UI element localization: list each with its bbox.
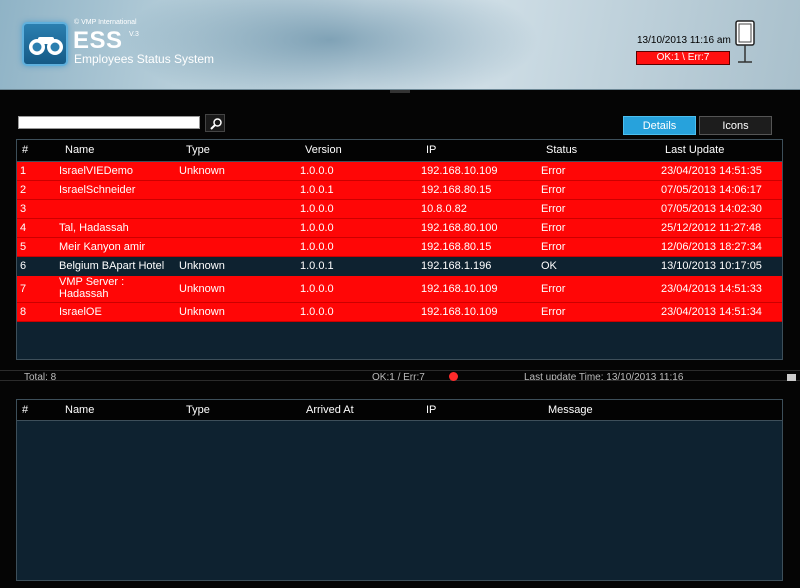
- cell-last-update: 12/06/2013 18:27:34: [661, 241, 762, 253]
- error-alert-icon: [449, 372, 458, 381]
- search-input[interactable]: [18, 116, 200, 129]
- cell-name: IsraelSchneider: [59, 184, 136, 196]
- cell-name: IsraelOE: [59, 306, 102, 318]
- app-subtitle: Employees Status System: [74, 52, 215, 66]
- cell-type: Unknown: [179, 260, 225, 272]
- messages-table: # Name Type Arrived At IP Message: [16, 399, 783, 581]
- cell-version: 1.0.0.1: [300, 184, 334, 196]
- cell-version: 1.0.0.0: [300, 203, 334, 215]
- column-header-message[interactable]: Message: [548, 404, 593, 416]
- cell-status: Error: [541, 165, 566, 177]
- table-row[interactable]: 5 Meir Kanyon amir 1.0.0.0 192.168.80.15…: [17, 238, 782, 257]
- vendor-label: © VMP International: [74, 19, 137, 26]
- cell-status: Error: [541, 184, 566, 196]
- table-row[interactable]: 7 VMP Server : Hadassah Unknown 1.0.0.0 …: [17, 276, 782, 303]
- column-header-number[interactable]: #: [22, 144, 28, 156]
- table-header: # Name Type Version IP Status Last Updat…: [17, 140, 782, 162]
- cell-last-update: 23/04/2013 14:51:34: [661, 306, 762, 318]
- cell-name: Tal, Hadassah: [59, 222, 129, 234]
- table-row[interactable]: 2 IsraelSchneider 1.0.0.1 192.168.80.15 …: [17, 181, 782, 200]
- cell-ip: 192.168.80.15: [421, 241, 492, 253]
- cell-last-update: 23/04/2013 14:51:35: [661, 165, 762, 177]
- cell-last-update: 23/04/2013 14:51:33: [661, 283, 762, 295]
- cell-status: Error: [541, 241, 566, 253]
- cell-version: 1.0.0.0: [300, 165, 334, 177]
- ok-error-counts: OK:1 / Err:7: [372, 372, 425, 381]
- column-header-status[interactable]: Status: [546, 144, 577, 156]
- table-row[interactable]: 4 Tal, Hadassah 1.0.0.0 192.168.80.100 E…: [17, 219, 782, 238]
- column-header-type[interactable]: Type: [186, 144, 210, 156]
- cell-status: Error: [541, 203, 566, 215]
- total-count-label: Total: 8: [24, 372, 57, 381]
- search-button[interactable]: [205, 114, 225, 132]
- devices-table: # Name Type Version IP Status Last Updat…: [16, 139, 783, 360]
- cell-status: Error: [541, 283, 566, 295]
- cell-version: 1.0.0.0: [300, 306, 334, 318]
- column-header-ip[interactable]: IP: [426, 404, 436, 416]
- column-header-last-update[interactable]: Last Update: [665, 144, 724, 156]
- cell-number: 8: [20, 306, 27, 318]
- cell-version: 1.0.0.0: [300, 241, 334, 253]
- app-header: © VMP International ESS V.3 Employees St…: [0, 0, 800, 90]
- current-datetime: 13/10/2013 11:16 am: [637, 35, 731, 46]
- column-header-name[interactable]: Name: [65, 404, 94, 416]
- cell-type: Unknown: [179, 165, 225, 177]
- cell-ip: 192.168.10.109: [421, 306, 498, 318]
- cell-status: Error: [541, 222, 566, 234]
- cell-ip: 10.8.0.82: [421, 203, 467, 215]
- column-header-arrived-at[interactable]: Arrived At: [306, 404, 354, 416]
- column-header-ip[interactable]: IP: [426, 144, 436, 156]
- cell-number: 4: [20, 222, 27, 234]
- cell-last-update: 13/10/2013 10:17:05: [661, 260, 762, 272]
- cell-name: IsraelVIEDemo: [59, 165, 133, 177]
- column-header-type[interactable]: Type: [186, 404, 210, 416]
- column-header-number[interactable]: #: [22, 404, 28, 416]
- cell-number: 7: [20, 283, 27, 295]
- cell-type: Unknown: [179, 283, 225, 295]
- status-bar[interactable]: Total: 8 OK:1 / Err:7 Last update Time: …: [0, 370, 800, 381]
- last-update-time: Last update Time: 13/10/2013 11:16: [524, 372, 684, 381]
- column-header-name[interactable]: Name: [65, 144, 94, 156]
- status-summary-badge[interactable]: OK:1 \ Err:7: [636, 51, 730, 65]
- kiosk-device-icon[interactable]: [734, 20, 756, 69]
- cell-number: 3: [20, 203, 27, 215]
- table-row[interactable]: 3 1.0.0.0 10.8.0.82 Error 07/05/2013 14:…: [17, 200, 782, 219]
- header-decoration: [120, 0, 540, 89]
- cell-name-line2: Hadassah: [59, 288, 109, 300]
- app-name: ESS: [73, 27, 123, 54]
- cell-last-update: 25/12/2012 11:27:48: [661, 222, 762, 234]
- cell-ip: 192.168.10.109: [421, 165, 498, 177]
- cell-last-update: 07/05/2013 14:02:30: [661, 203, 762, 215]
- cell-status: Error: [541, 306, 566, 318]
- cell-number: 2: [20, 184, 27, 196]
- cell-version: 1.0.0.0: [300, 283, 334, 295]
- cell-version: 1.0.0.0: [300, 222, 334, 234]
- cell-number: 5: [20, 241, 27, 253]
- cell-version: 1.0.0.1: [300, 260, 334, 272]
- search-icon: [210, 118, 222, 130]
- cell-ip: 192.168.1.196: [421, 260, 492, 272]
- cell-status: OK: [541, 260, 557, 272]
- cell-name: VMP Server :: [59, 276, 125, 288]
- cell-ip: 192.168.80.100: [421, 222, 498, 234]
- messages-table-header: # Name Type Arrived At IP Message: [17, 400, 782, 421]
- splitter-handle[interactable]: [787, 374, 796, 381]
- cell-number: 1: [20, 165, 27, 177]
- cell-number: 6: [20, 260, 27, 272]
- column-header-version[interactable]: Version: [305, 144, 342, 156]
- cell-ip: 192.168.80.15: [421, 184, 492, 196]
- panel-grip[interactable]: [390, 90, 410, 93]
- binoculars-logo-icon: [22, 22, 68, 66]
- table-row[interactable]: 1 IsraelVIEDemo Unknown 1.0.0.0 192.168.…: [17, 162, 782, 181]
- cell-name: Belgium BApart Hotel: [59, 260, 165, 272]
- cell-name: Meir Kanyon amir: [59, 241, 146, 253]
- table-row[interactable]: 8 IsraelOE Unknown 1.0.0.0 192.168.10.10…: [17, 303, 782, 322]
- table-row[interactable]: 6 Belgium BApart Hotel Unknown 1.0.0.1 1…: [17, 257, 782, 276]
- tab-icons[interactable]: Icons: [699, 116, 772, 135]
- cell-type: Unknown: [179, 306, 225, 318]
- tab-details[interactable]: Details: [623, 116, 696, 135]
- cell-ip: 192.168.10.109: [421, 283, 498, 295]
- cell-last-update: 07/05/2013 14:06:17: [661, 184, 762, 196]
- version-label: V.3: [129, 31, 139, 38]
